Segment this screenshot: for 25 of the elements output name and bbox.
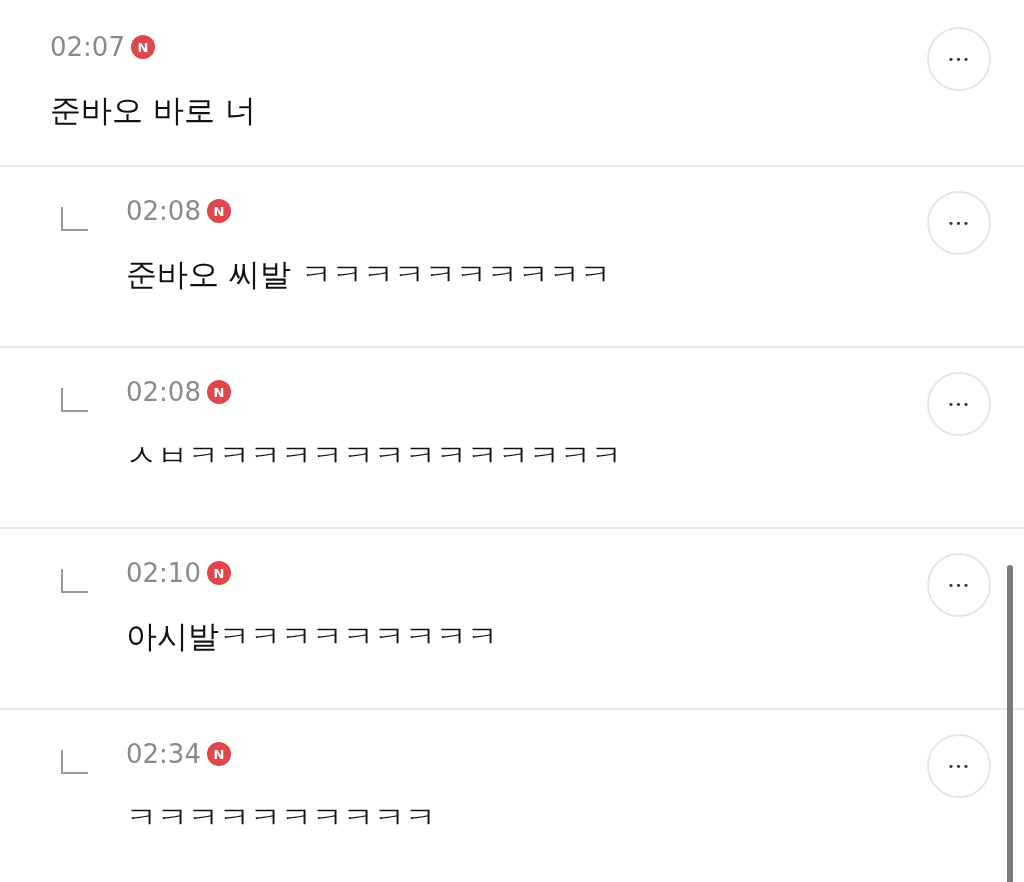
new-badge: N	[130, 35, 155, 59]
reply-icon	[60, 387, 90, 413]
new-badge: N	[206, 380, 231, 404]
reply-icon	[60, 749, 90, 775]
new-badge: N	[206, 742, 231, 766]
comment-text: 준바오 씨발 ㅋㅋㅋㅋㅋㅋㅋㅋㅋㅋ	[126, 255, 612, 294]
comment-text: ㅅㅂㅋㅋㅋㅋㅋㅋㅋㅋㅋㅋㅋㅋㅋㅋ	[126, 436, 623, 475]
comment-time: 02:34	[126, 739, 201, 769]
new-badge: N	[206, 199, 231, 223]
comment-time: 02:08	[126, 196, 201, 226]
more-button[interactable]: •••	[927, 372, 991, 436]
more-button[interactable]: •••	[927, 734, 991, 798]
comment-time: 02:07	[50, 32, 125, 62]
comment-time: 02:08	[126, 377, 201, 407]
scrollbar[interactable]	[1007, 565, 1013, 882]
comment-time: 02:10	[126, 558, 201, 588]
comment-text: ㅋㅋㅋㅋㅋㅋㅋㅋㅋㅋ	[126, 798, 437, 837]
comment-text: 아시발ㅋㅋㅋㅋㅋㅋㅋㅋㅋ	[126, 617, 499, 656]
more-button[interactable]: •••	[927, 191, 991, 255]
comment-text: 준바오 바로 너	[50, 91, 257, 130]
new-badge: N	[206, 561, 231, 585]
more-button[interactable]: •••	[927, 553, 991, 617]
more-button[interactable]: •••	[927, 27, 991, 91]
reply-icon	[60, 206, 90, 232]
reply-icon	[60, 568, 90, 594]
